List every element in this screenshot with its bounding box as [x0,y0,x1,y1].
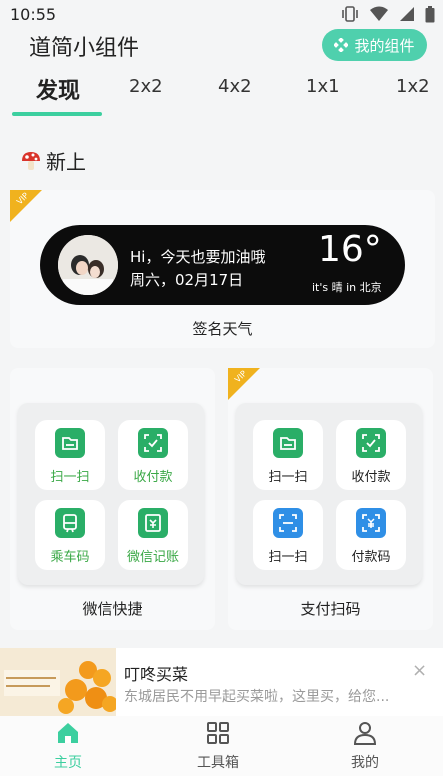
mushroom-icon [22,151,40,170]
tile-pay-scan: 扫一扫 [253,420,323,490]
battery-icon [425,5,435,22]
tile-label: 微信记账 [126,550,179,565]
tile-wechat-pay: 收付款 [118,420,188,490]
tile-alipay-paycode: 付款码 [336,500,406,570]
payment-check-icon [356,428,386,458]
tab-4x2[interactable]: 4x2 [218,76,252,97]
bookkeeping-icon [138,508,168,538]
pay-widget-preview: 扫一扫 收付款 扫一扫 付款码 [236,403,422,585]
tab-discover[interactable]: 发现 [36,73,80,105]
signal-icon [400,7,414,21]
scan-icon [273,508,303,538]
pay-widget-name: 支付扫码 [300,600,361,618]
bottom-nav: 主页 工具箱 我的 [0,716,443,776]
tab-underline [12,112,102,116]
section-heading: 新上 [20,146,86,175]
bus-code-icon [55,508,85,538]
nav-home[interactable]: 主页 [28,716,108,776]
status-time: 10:55 [10,4,57,24]
tile-label: 扫一扫 [268,550,308,565]
ad-banner[interactable]: 叮咚买菜 东城居民不用早起买菜啦，这里买，给您... × [0,648,443,716]
weather-widget-card[interactable]: VIP Hi，今天也要加油哦 周六，02月17日 16° it's 晴 in 北… [10,190,435,348]
folder-scan-icon [273,428,303,458]
status-icons [341,5,435,23]
vip-badge: VIP [10,190,42,222]
tile-wechat-scan: 扫一扫 [35,420,105,490]
grid-icon [207,722,229,744]
category-tabs: 发现 2x2 4x2 1x1 1x2 [0,68,443,116]
app-header: 道简小组件 我的组件 [0,28,443,68]
wechat-shortcut-card[interactable]: 扫一扫 收付款 乘车码 微信记账 微信快捷 [10,368,215,630]
nav-mine[interactable]: 我的 [325,716,405,776]
ad-title: 叮咚买菜 [124,665,189,684]
ad-description: 东城居民不用早起买菜啦，这里买，给您... [124,689,390,705]
weather-widget-preview: Hi，今天也要加油哦 周六，02月17日 16° it's 晴 in 北京 [40,225,405,305]
nav-label: 工具箱 [197,755,239,771]
tile-alipay-scan: 扫一扫 [253,500,323,570]
tile-label: 扫一扫 [50,470,90,485]
tab-1x2[interactable]: 1x2 [396,76,430,97]
section-title: 新上 [46,150,86,174]
home-icon [58,723,78,743]
pay-code-icon [356,508,386,538]
wechat-widget-name: 微信快捷 [82,600,143,618]
tab-2x2[interactable]: 2x2 [129,76,163,97]
tab-1x1[interactable]: 1x1 [306,76,340,97]
profile-icon [353,722,377,745]
app-title: 道简小组件 [29,36,140,61]
close-icon[interactable]: × [412,660,427,681]
folder-scan-icon [55,428,85,458]
nav-label: 主页 [54,755,82,771]
ad-image [0,648,116,716]
vip-badge: VIP [228,368,260,400]
wechat-widget-preview: 扫一扫 收付款 乘车码 微信记账 [18,403,204,585]
tile-wechat-bookkeeping: 微信记账 [118,500,188,570]
widgets-icon [334,38,349,52]
weather-location-text: it's 晴 in 北京 [312,281,382,294]
tile-label: 收付款 [351,470,391,485]
greeting-text: Hi，今天也要加油哦 [130,248,266,266]
tile-label: 乘车码 [50,550,90,565]
wifi-icon [370,6,388,21]
date-text: 周六，02月17日 [130,271,244,289]
tile-label: 收付款 [133,470,173,485]
vibrate-icon [342,6,358,22]
tile-wechat-bus: 乘车码 [35,500,105,570]
weather-widget-name: 签名天气 [192,320,253,338]
my-widgets-button[interactable]: 我的组件 [322,29,427,61]
temperature-text: 16° [318,229,382,270]
tile-pay-receive: 收付款 [336,420,406,490]
pay-scan-card[interactable]: VIP 扫一扫 收付款 扫一扫 付款码 支付扫码 [228,368,433,630]
tile-label: 扫一扫 [268,470,308,485]
avatar [58,235,118,295]
tile-label: 付款码 [351,550,391,565]
payment-check-icon [138,428,168,458]
nav-toolbox[interactable]: 工具箱 [178,716,258,776]
nav-label: 我的 [351,755,379,771]
status-bar: 10:55 [0,0,443,28]
my-widgets-label: 我的组件 [354,36,415,55]
